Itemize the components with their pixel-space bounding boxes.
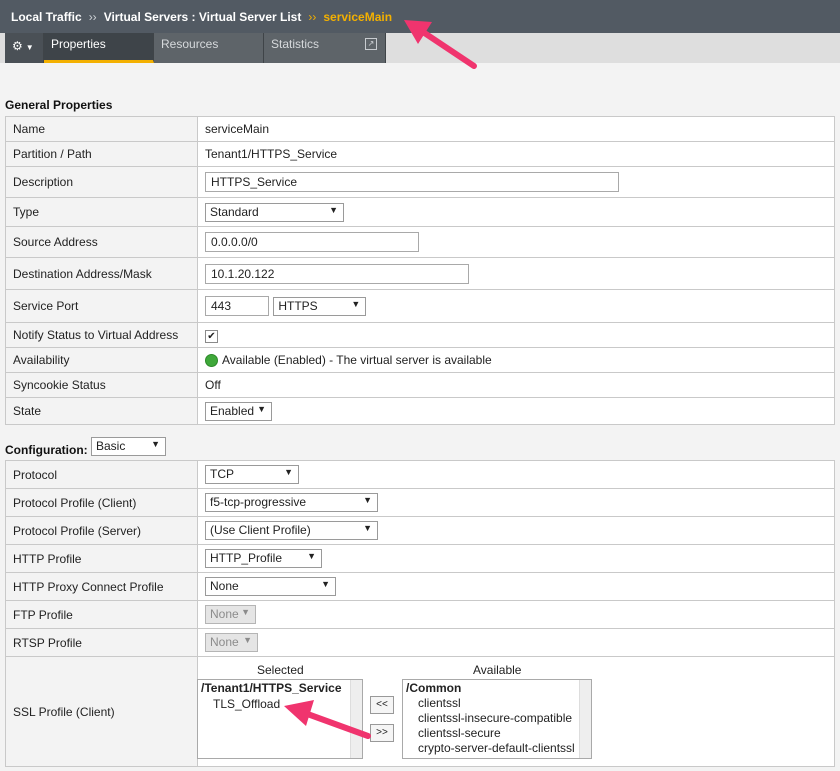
protocol-select-value: TCP — [210, 467, 234, 481]
chevron-down-icon: ▼ — [329, 204, 338, 215]
chevron-down-icon: ▼ — [363, 495, 372, 505]
scrollbar[interactable] — [579, 680, 591, 758]
source-address-input[interactable]: 0.0.0.0/0 — [205, 232, 419, 252]
type-select[interactable]: Standard ▼ — [205, 202, 344, 222]
chevron-down-icon: ▼ — [241, 607, 250, 617]
ssl-selected-header: Selected — [257, 663, 304, 677]
gear-menu-button[interactable]: ⚙ ▼ — [5, 33, 44, 63]
state-select-value: Enabled — [210, 403, 255, 418]
chevron-down-icon: ▼ — [257, 403, 266, 414]
http-profile-select[interactable]: HTTP_Profile ▼ — [205, 549, 322, 568]
description-label: Description — [5, 166, 198, 198]
notify-checkbox[interactable]: ✔ — [205, 329, 218, 343]
configuration-mode-select[interactable]: Basic ▼ — [91, 437, 166, 456]
partition-label: Partition / Path — [5, 141, 198, 167]
partition-value: Tenant1/HTTPS_Service — [197, 141, 835, 167]
description-input[interactable]: HTTPS_Service — [205, 172, 619, 192]
rtsp-profile-label: RTSP Profile — [5, 628, 198, 657]
destination-input[interactable]: 10.1.20.122 — [205, 263, 469, 284]
chevron-down-icon: ▼ — [25, 43, 34, 52]
general-properties-title: General Properties — [5, 98, 113, 112]
http-proxy-value: None — [210, 579, 239, 593]
availability-label: Availability — [5, 347, 198, 373]
breadcrumb-virtual-server-list[interactable]: Virtual Servers : Virtual Server List — [104, 10, 302, 24]
type-select-value: Standard — [210, 204, 259, 219]
client-profile-label: Protocol Profile (Client) — [5, 488, 198, 517]
configuration-mode-value: Basic — [96, 439, 126, 453]
configuration-title: Configuration: — [5, 443, 88, 457]
service-port-input[interactable]: 443 — [205, 296, 269, 316]
source-address-label: Source Address — [5, 226, 198, 258]
tab-properties[interactable]: Properties — [44, 33, 154, 63]
http-proxy-select[interactable]: None ▼ — [205, 577, 336, 596]
protocol-label: Protocol — [5, 460, 198, 489]
server-profile-label: Protocol Profile (Server) — [5, 516, 198, 545]
chevron-down-icon: ▼ — [307, 551, 316, 561]
name-value: serviceMain — [197, 116, 835, 142]
ftp-profile-value: None — [210, 607, 239, 621]
syncookie-label: Syncookie Status — [5, 372, 198, 398]
server-profile-value: (Use Client Profile) — [210, 523, 311, 537]
chevron-down-icon: ▼ — [151, 439, 160, 449]
chevron-down-icon: ▼ — [351, 298, 361, 309]
http-profile-value: HTTP_Profile — [210, 551, 283, 565]
client-profile-value: f5-tcp-progressive — [210, 495, 307, 509]
state-select[interactable]: Enabled ▼ — [205, 401, 272, 421]
rtsp-profile-value: None — [210, 635, 239, 649]
ssl-available-item[interactable]: clientssl-secure — [403, 726, 591, 741]
type-label: Type — [5, 197, 198, 227]
ssl-available-item[interactable]: clientssl — [403, 696, 591, 711]
tab-statistics-label: Statistics — [271, 37, 320, 51]
rtsp-profile-select: None ▼ — [205, 633, 258, 652]
ssl-available-item[interactable]: clientssl-insecure-compatible — [403, 711, 591, 726]
breadcrumb-separator: ›› — [308, 9, 317, 24]
http-profile-label: HTTP Profile — [5, 544, 198, 573]
gear-icon: ⚙ — [12, 39, 23, 53]
service-port-select-value: HTTPS — [278, 298, 318, 313]
server-profile-select[interactable]: (Use Client Profile) ▼ — [205, 521, 378, 540]
chevron-down-icon: ▼ — [243, 635, 252, 645]
service-port-label: Service Port — [5, 289, 198, 323]
breadcrumb-local-traffic[interactable]: Local Traffic — [11, 10, 82, 24]
client-profile-select[interactable]: f5-tcp-progressive ▼ — [205, 493, 378, 512]
service-port-select[interactable]: HTTPS ▼ — [273, 296, 367, 316]
syncookie-value: Off — [197, 372, 835, 398]
annotation-arrow-icon — [404, 20, 477, 69]
notify-label: Notify Status to Virtual Address — [5, 322, 198, 348]
ssl-available-header: Available — [473, 663, 522, 677]
ssl-selected-group: /Tenant1/HTTPS_Service — [201, 681, 342, 695]
name-label: Name — [5, 116, 198, 142]
ssl-available-group: /Common — [406, 681, 462, 695]
ssl-available-item[interactable]: crypto-server-default-clientssl — [403, 741, 591, 756]
ssl-available-listbox[interactable]: /Common clientssl clientssl-insecure-com… — [402, 679, 592, 759]
protocol-select[interactable]: TCP ▼ — [205, 465, 299, 484]
destination-label: Destination Address/Mask — [5, 257, 198, 290]
chevron-down-icon: ▼ — [284, 467, 293, 477]
chevron-down-icon: ▼ — [363, 523, 372, 533]
tab-statistics[interactable]: Statistics ↗ — [264, 33, 386, 63]
status-available-icon — [205, 354, 218, 368]
breadcrumb-separator: ›› — [88, 9, 97, 24]
annotation-arrow-icon — [284, 700, 371, 739]
breadcrumb-current: serviceMain — [323, 9, 393, 24]
ftp-profile-select: None ▼ — [205, 605, 256, 624]
tab-resources[interactable]: Resources — [154, 33, 264, 63]
ftp-profile-label: FTP Profile — [5, 600, 198, 629]
chevron-down-icon: ▼ — [321, 579, 330, 589]
http-proxy-label: HTTP Proxy Connect Profile — [5, 572, 198, 601]
state-label: State — [5, 397, 198, 425]
availability-value: Available (Enabled) - The virtual server… — [222, 352, 492, 367]
ssl-client-label: SSL Profile (Client) — [5, 656, 198, 767]
general-properties-table: Name serviceMain Partition / Path Tenant… — [5, 116, 835, 425]
external-link-icon: ↗ — [365, 38, 377, 50]
